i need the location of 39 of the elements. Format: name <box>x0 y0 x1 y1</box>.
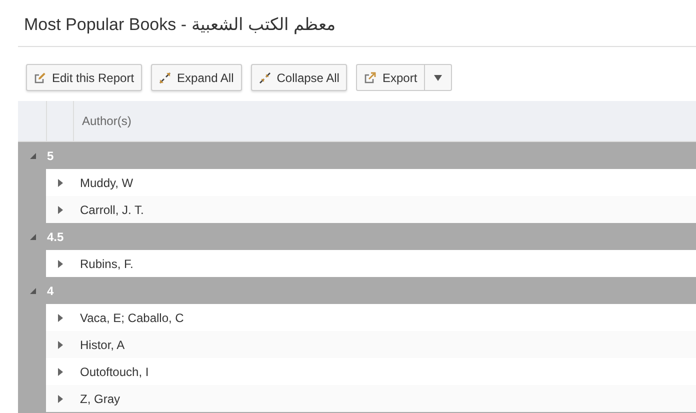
export-icon <box>364 72 376 84</box>
data-row[interactable]: Muddy, W <box>46 169 696 196</box>
expand-triangle-icon[interactable] <box>58 314 62 322</box>
group-label: 4 <box>47 282 54 300</box>
data-row[interactable]: Vaca, E; Caballo, C <box>46 304 696 331</box>
data-row[interactable]: Outoftouch, I <box>46 358 696 385</box>
toolbar-button[interactable]: Edit this Report <box>26 64 142 91</box>
expand-triangle-icon[interactable] <box>58 206 62 214</box>
data-row[interactable]: Z, Gray <box>46 385 696 412</box>
expand-triangle-icon[interactable] <box>58 368 62 376</box>
expand-triangle-icon[interactable] <box>58 340 62 348</box>
group-label: 4.5 <box>47 228 64 246</box>
edit-icon <box>34 72 46 84</box>
author-cell-text: Histor, A <box>79 336 125 354</box>
expand-arrows-icon <box>159 72 172 84</box>
author-cell-text: Vaca, E; Caballo, C <box>79 310 184 326</box>
expand-triangle-icon[interactable] <box>58 394 62 402</box>
collapse-triangle-icon[interactable] <box>30 234 36 240</box>
page-title: Most Popular Books - معظم الكتب الشعبية <box>24 14 337 36</box>
expand-triangle-icon[interactable] <box>58 178 62 186</box>
author-cell-text: Z, Gray <box>79 390 120 408</box>
data-row[interactable]: Histor, A <box>46 331 696 358</box>
dropdown-button[interactable] <box>425 64 452 91</box>
author-cell-text: Muddy, W <box>79 174 134 192</box>
expand-triangle-icon[interactable] <box>58 260 62 268</box>
author-cell-text: Rubins, F. <box>79 256 134 272</box>
data-row[interactable]: Rubins, F. <box>46 250 696 277</box>
data-row[interactable]: Carroll, J. T. <box>46 196 696 223</box>
dropdown-caret-icon <box>434 74 442 80</box>
author-cell-text: Carroll, J. T. <box>79 202 144 218</box>
toolbar-button[interactable]: Export <box>356 64 426 91</box>
collapse-triangle-icon[interactable] <box>30 288 36 294</box>
toolbar-button[interactable]: Collapse All <box>250 64 348 91</box>
author-cell-text: Outoftouch, I <box>79 364 149 380</box>
column-header[interactable]: Author(s) <box>74 112 132 130</box>
collapse-arrows-icon <box>258 72 271 84</box>
collapse-triangle-icon[interactable] <box>30 152 36 158</box>
group-label: 5 <box>47 148 54 164</box>
toolbar-button[interactable]: Expand All <box>151 64 242 91</box>
